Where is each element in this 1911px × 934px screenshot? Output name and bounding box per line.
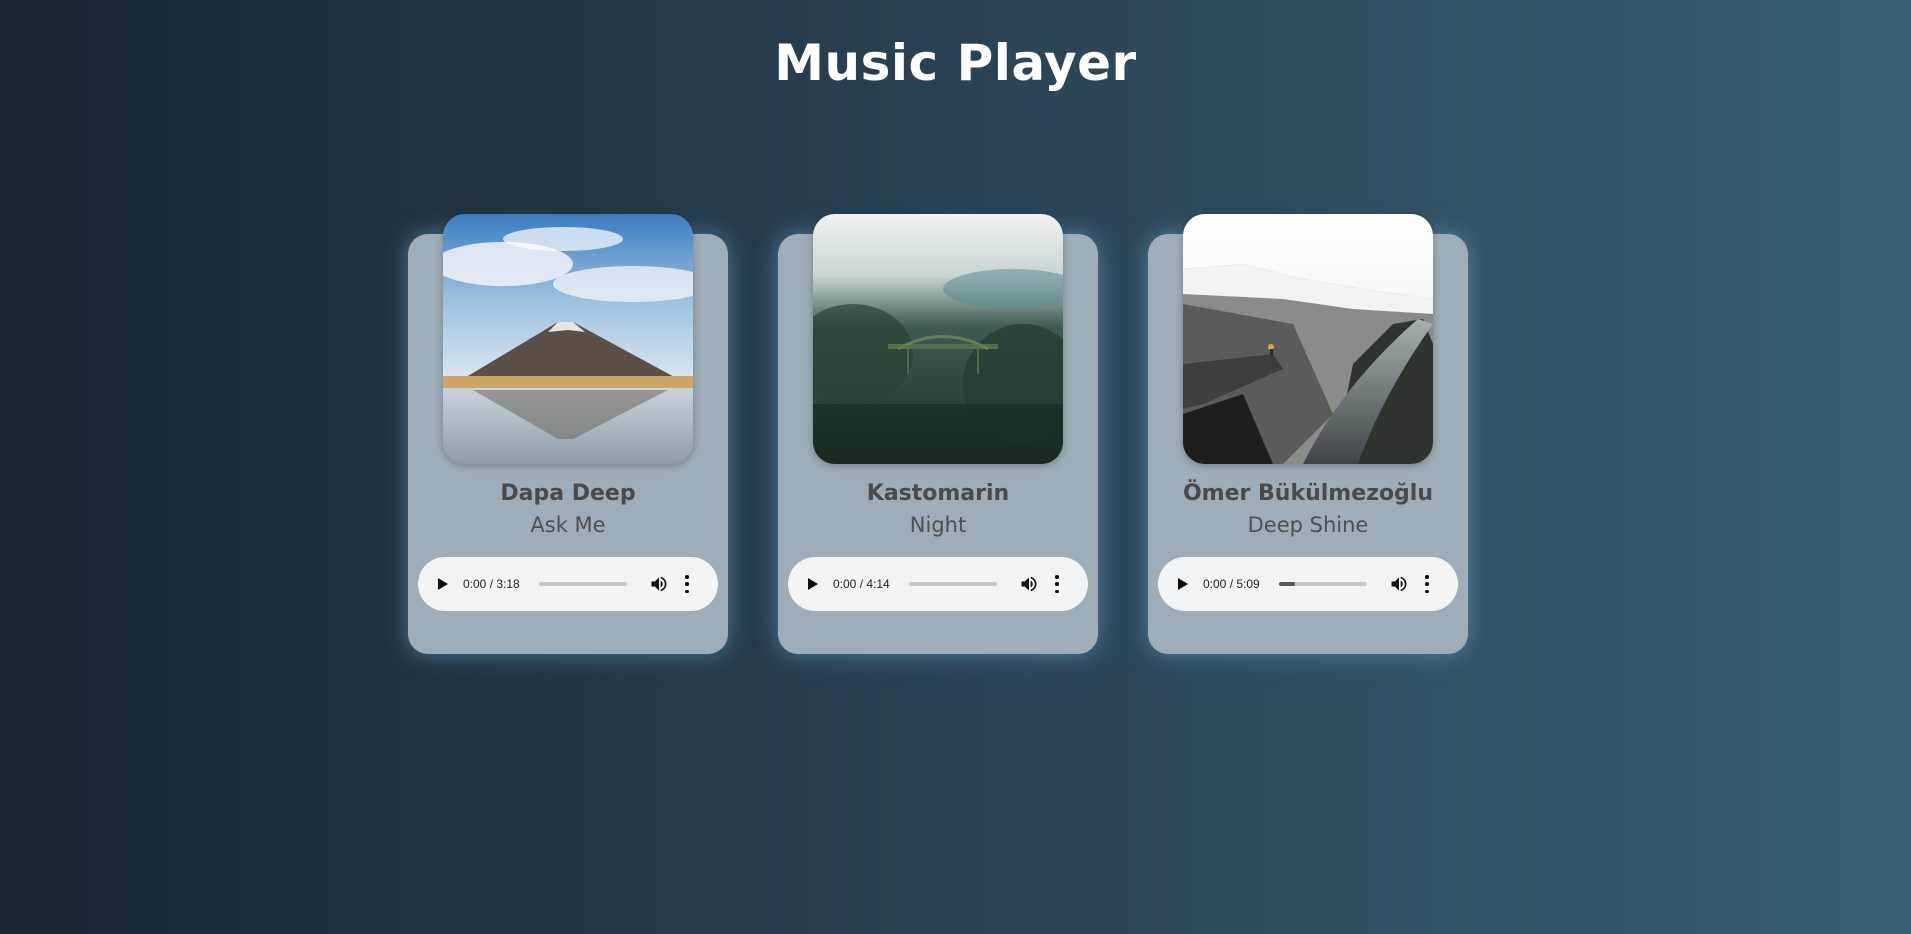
album-art-image: [813, 214, 1063, 464]
album-art-image: [443, 214, 693, 464]
time-display: 0:00 / 3:18: [463, 577, 520, 591]
track-title: Ask Me: [530, 513, 606, 537]
fjord-cliff-image: [1183, 214, 1433, 464]
foggy-forest-bridge-image: [813, 214, 1063, 464]
audio-player[interactable]: 0:00 / 4:14: [788, 557, 1088, 611]
album-art-image: [1183, 214, 1433, 464]
play-icon[interactable]: [438, 578, 448, 590]
time-display: 0:00 / 5:09: [1203, 577, 1260, 591]
volume-icon[interactable]: [1389, 574, 1409, 594]
music-card: Ömer Bükülmezoğlu Deep Shine 0:00 / 5:09: [1148, 214, 1468, 654]
volume-icon[interactable]: [649, 574, 669, 594]
audio-player[interactable]: 0:00 / 5:09: [1158, 557, 1458, 611]
track-title: Deep Shine: [1247, 513, 1369, 537]
play-icon[interactable]: [1178, 578, 1188, 590]
page-title: Music Player: [774, 34, 1137, 92]
volume-icon[interactable]: [1019, 574, 1039, 594]
mountain-lake-reflection-image: [443, 214, 693, 464]
music-cards-container: Dapa Deep Ask Me 0:00 / 3:18 Kastomarin …: [408, 214, 1468, 654]
play-icon[interactable]: [808, 578, 818, 590]
music-card: Kastomarin Night 0:00 / 4:14: [778, 214, 1098, 654]
artist-name: Ömer Bükülmezoğlu: [1182, 481, 1434, 506]
artist-name: Dapa Deep: [500, 481, 636, 506]
more-vert-icon[interactable]: [1053, 575, 1061, 593]
seek-bar[interactable]: [539, 582, 627, 586]
music-card: Dapa Deep Ask Me 0:00 / 3:18: [408, 214, 728, 654]
more-vert-icon[interactable]: [1423, 575, 1431, 593]
seek-bar[interactable]: [909, 582, 997, 586]
track-title: Night: [909, 513, 967, 537]
time-display: 0:00 / 4:14: [833, 577, 890, 591]
seek-bar[interactable]: [1279, 582, 1367, 586]
artist-name: Kastomarin: [866, 481, 1010, 506]
seek-bar-fill: [1279, 582, 1295, 586]
audio-player[interactable]: 0:00 / 3:18: [418, 557, 718, 611]
more-vert-icon[interactable]: [683, 575, 691, 593]
